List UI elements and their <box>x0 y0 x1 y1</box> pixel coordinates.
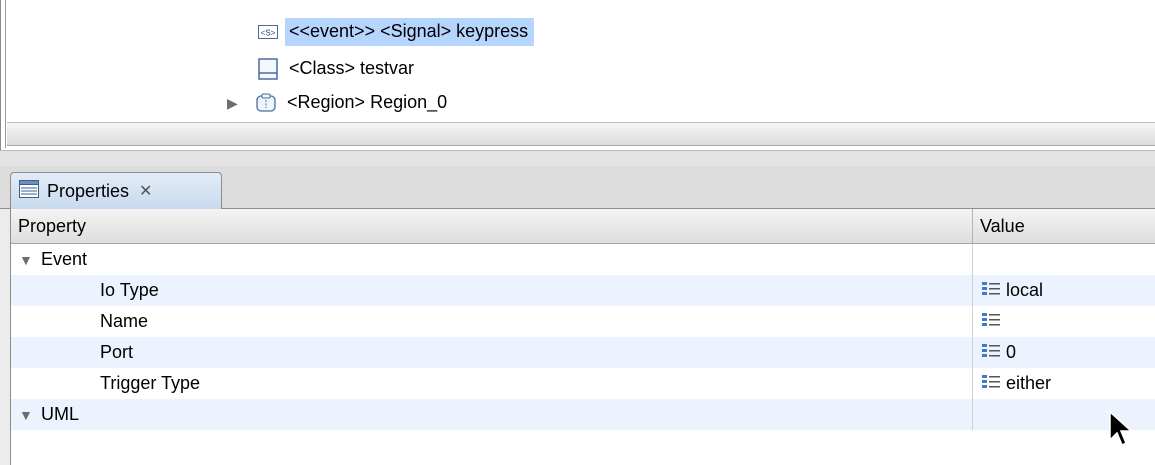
property-value[interactable]: 0 <box>973 337 1155 368</box>
tab-label: Properties <box>47 180 130 201</box>
expand-arrow-icon[interactable]: ▶ <box>227 92 241 114</box>
region-icon <box>255 92 277 114</box>
tab-properties[interactable]: Properties ✕ <box>10 172 222 209</box>
property-value[interactable]: local <box>973 275 1155 306</box>
property-value[interactable]: either <box>973 368 1155 399</box>
properties-view: Properties ✕ Property Value ▼ Event Io Ty… <box>0 166 1155 465</box>
signal-icon: <S> <box>257 21 279 43</box>
tree-item-testvar-class[interactable]: <Class> testvar <box>257 54 420 84</box>
model-tree: <S> <<event>> <Signal> keypress <Class> … <box>0 0 1155 150</box>
table-row[interactable]: ▼ Event <box>11 244 1155 275</box>
properties-table: Property Value ▼ Event Io Type local Name <box>10 209 1155 465</box>
tree-item-keypress-signal[interactable]: <S> <<event>> <Signal> keypress <box>257 17 535 47</box>
property-name: Port <box>11 337 973 368</box>
property-name: Trigger Type <box>11 368 973 399</box>
collapse-arrow-icon[interactable]: ▼ <box>19 400 33 431</box>
column-header-value[interactable]: Value <box>973 209 1155 243</box>
class-icon <box>257 58 279 80</box>
tree-item-label: <<event>> <Signal> keypress <box>285 18 535 46</box>
column-header-property[interactable]: Property <box>11 209 973 243</box>
property-name: Name <box>11 306 973 337</box>
table-header: Property Value <box>11 209 1155 244</box>
properties-table-icon <box>19 179 39 203</box>
table-row[interactable]: Io Type local <box>11 275 1155 306</box>
property-value <box>973 244 1155 275</box>
property-value-text: 0 <box>1006 342 1017 362</box>
horizontal-scrollbar[interactable] <box>7 122 1155 146</box>
tree-item-label: <Class> testvar <box>289 58 415 78</box>
property-group-label: UML <box>41 404 80 424</box>
list-property-icon <box>982 337 1000 368</box>
svg-text:<S>: <S> <box>261 29 276 38</box>
pane-splitter[interactable] <box>0 150 1155 167</box>
list-property-icon <box>982 306 1000 337</box>
table-row[interactable]: ▼ UML <box>11 399 1155 430</box>
table-row[interactable]: Port 0 <box>11 337 1155 368</box>
view-tab-bar: Properties ✕ <box>0 166 1155 209</box>
property-value[interactable] <box>973 306 1155 337</box>
mouse-cursor-icon <box>1108 410 1134 448</box>
property-value-text: either <box>1006 373 1052 393</box>
property-name: Io Type <box>11 275 973 306</box>
tree-item-label: <Region> Region_0 <box>287 92 448 112</box>
table-row[interactable]: Name <box>11 306 1155 337</box>
close-icon[interactable]: ✕ <box>139 181 152 201</box>
table-row[interactable]: Trigger Type either <box>11 368 1155 399</box>
property-group-label: Event <box>41 249 88 269</box>
list-property-icon <box>982 368 1000 399</box>
property-value-text: local <box>1006 280 1044 300</box>
list-property-icon <box>982 275 1000 306</box>
collapse-arrow-icon[interactable]: ▼ <box>19 245 33 276</box>
tree-item-region[interactable]: ▶ <Region> Region_0 <box>227 88 453 118</box>
